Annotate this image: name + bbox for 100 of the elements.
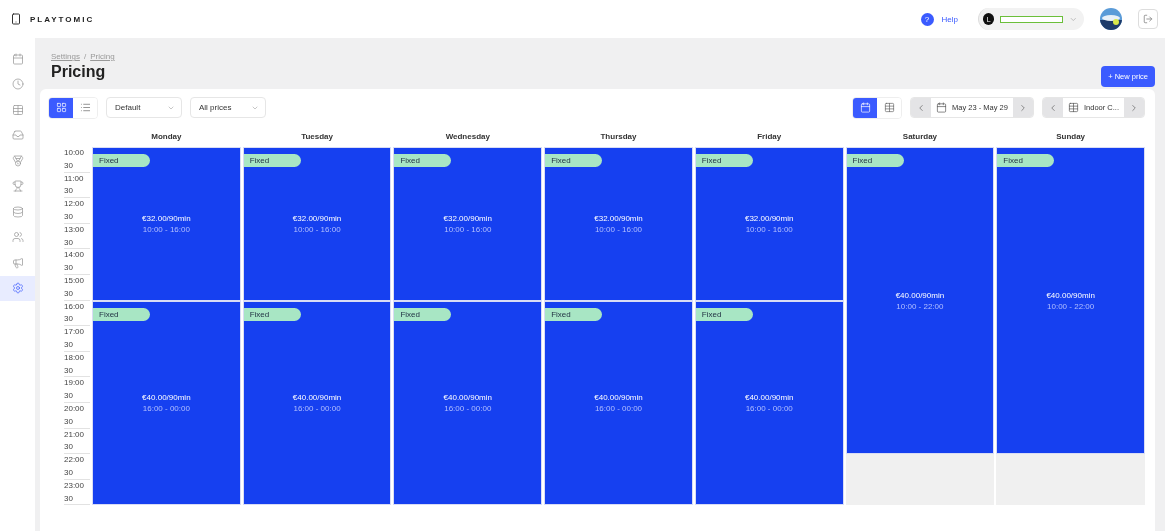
time-label: 30 (64, 466, 90, 480)
slot-tag: Fixed (243, 154, 301, 167)
time-label: 30 (64, 492, 90, 506)
settings-icon (11, 282, 24, 295)
time-label: 15:00 (64, 274, 86, 287)
logo-icon (10, 13, 22, 25)
filter-dropdown[interactable]: All prices (190, 97, 266, 118)
slot-time-range: 10:00 - 22:00 (1047, 301, 1095, 311)
megaphone-icon (11, 256, 24, 269)
inbox-icon (11, 129, 24, 142)
price-slot[interactable]: Fixed €32.00/90min 10:00 - 16:00 (92, 147, 241, 301)
slot-time-range: 16:00 - 00:00 (142, 403, 190, 413)
slot-price: €40.00/90min (744, 392, 794, 402)
grid-icon (55, 102, 67, 113)
time-label: 18:00 (64, 351, 86, 364)
filter-dropdown[interactable]: Default (106, 97, 182, 118)
price-slot[interactable]: Fixed €40.00/90min 10:00 - 22:00 (845, 147, 995, 455)
price-slot[interactable]: Fixed €32.00/90min 10:00 - 16:00 (544, 147, 693, 301)
price-slot[interactable]: Fixed €40.00/90min 16:00 - 00:00 (92, 300, 241, 506)
time-label: 30 (64, 415, 90, 429)
slot-price: €32.00/90min (594, 213, 643, 223)
help-link[interactable]: Help (941, 14, 958, 24)
slot-price: €40.00/90min (1046, 290, 1095, 300)
time-label: 23:00 (64, 479, 86, 492)
next-button[interactable] (1124, 98, 1144, 117)
day-header: Friday (756, 132, 783, 143)
slot-tag: Fixed (394, 154, 452, 167)
slot-price: €40.00/90min (443, 392, 492, 402)
time-label: 12:00 (64, 198, 86, 211)
slot-time-range: 16:00 - 00:00 (745, 403, 793, 413)
day-header: Wednesday (444, 132, 491, 143)
price-slot[interactable]: Fixed €32.00/90min 10:00 - 16:00 (694, 147, 844, 301)
day-header: Monday (150, 132, 183, 143)
price-slot[interactable]: Fixed €40.00/90min 16:00 - 00:00 (242, 300, 392, 506)
slot-price: €32.00/90min (142, 213, 191, 223)
slot-time-range: 16:00 - 00:00 (444, 403, 492, 413)
table-icon (1067, 102, 1079, 113)
calendar-icon (936, 102, 948, 113)
slot-tag: Fixed (846, 154, 904, 167)
table-icon (883, 102, 895, 113)
slot-tag: Fixed (93, 154, 150, 167)
view-toggle-button[interactable] (49, 97, 73, 118)
time-label: 30 (64, 211, 90, 224)
time-label: 30 (64, 159, 90, 173)
price-slot[interactable]: Fixed €40.00/90min 16:00 - 00:00 (544, 300, 693, 506)
logout-icon (1143, 14, 1153, 24)
time-label: 30 (64, 185, 90, 199)
slot-time-range: 10:00 - 16:00 (594, 224, 643, 234)
slot-tag: Fixed (997, 154, 1055, 167)
time-label: 16:00 (64, 300, 86, 313)
time-label: 21:00 (64, 428, 86, 441)
time-label: 30 (64, 313, 90, 327)
slot-tag: Fixed (695, 154, 753, 167)
slot-tag: Fixed (545, 154, 603, 167)
time-label: 30 (64, 390, 90, 403)
time-label: 30 (64, 236, 90, 250)
logout-button[interactable] (1138, 9, 1158, 29)
day-header: Saturday (901, 132, 939, 143)
brand-name: PLAYTOMIC (30, 14, 95, 24)
slot-time-range: 16:00 - 00:00 (594, 403, 643, 413)
account-name-bar (1000, 15, 1064, 23)
calendar-icon (859, 102, 871, 113)
slot-time-range: 10:00 - 16:00 (293, 224, 341, 234)
price-slot[interactable]: Fixed €40.00/90min 10:00 - 22:00 (996, 147, 1145, 455)
slot-price: €32.00/90min (443, 213, 492, 223)
display-toggle-button[interactable] (853, 97, 878, 118)
time-label: 17:00 (64, 326, 86, 339)
time-label: 22:00 (64, 454, 86, 467)
previous-button[interactable] (911, 98, 932, 117)
slot-time-range: 10:00 - 16:00 (745, 224, 793, 234)
price-slot[interactable]: Fixed €32.00/90min 10:00 - 16:00 (393, 147, 543, 301)
time-label: 30 (64, 262, 90, 275)
trophy-icon (11, 180, 24, 193)
slot-tag: Fixed (394, 307, 452, 321)
help-icon[interactable]: ? (920, 12, 934, 26)
sidebar-item[interactable] (0, 275, 35, 301)
price-slot[interactable]: Fixed €40.00/90min 16:00 - 00:00 (694, 300, 844, 506)
database-icon (11, 205, 24, 218)
slot-time-range: 10:00 - 22:00 (896, 301, 944, 311)
page-title: Pricing (51, 63, 106, 81)
time-label: 14:00 (64, 249, 86, 262)
previous-button[interactable] (1042, 98, 1063, 117)
breadcrumb-separator: / (83, 52, 87, 61)
next-button[interactable] (1012, 98, 1033, 117)
slot-price: €32.00/90min (292, 213, 342, 223)
chevron-right-icon (1129, 102, 1139, 113)
users-icon (11, 231, 24, 244)
slot-tag: Fixed (695, 307, 753, 321)
day-header: Thursday (599, 132, 638, 143)
time-label: 30 (64, 287, 90, 301)
time-label: 20:00 (64, 402, 86, 415)
list-icon (79, 102, 91, 113)
price-slot[interactable]: Fixed €40.00/90min 16:00 - 00:00 (393, 300, 543, 506)
price-slot[interactable]: Fixed €32.00/90min 10:00 - 16:00 (242, 147, 392, 301)
medal-icon (11, 154, 24, 167)
time-label: 19:00 (64, 377, 86, 390)
slot-time-range: 10:00 - 16:00 (142, 224, 190, 234)
day-header: Tuesday (300, 132, 334, 143)
time-label: 11:00 (64, 172, 85, 185)
slot-price: €40.00/90min (292, 392, 342, 402)
